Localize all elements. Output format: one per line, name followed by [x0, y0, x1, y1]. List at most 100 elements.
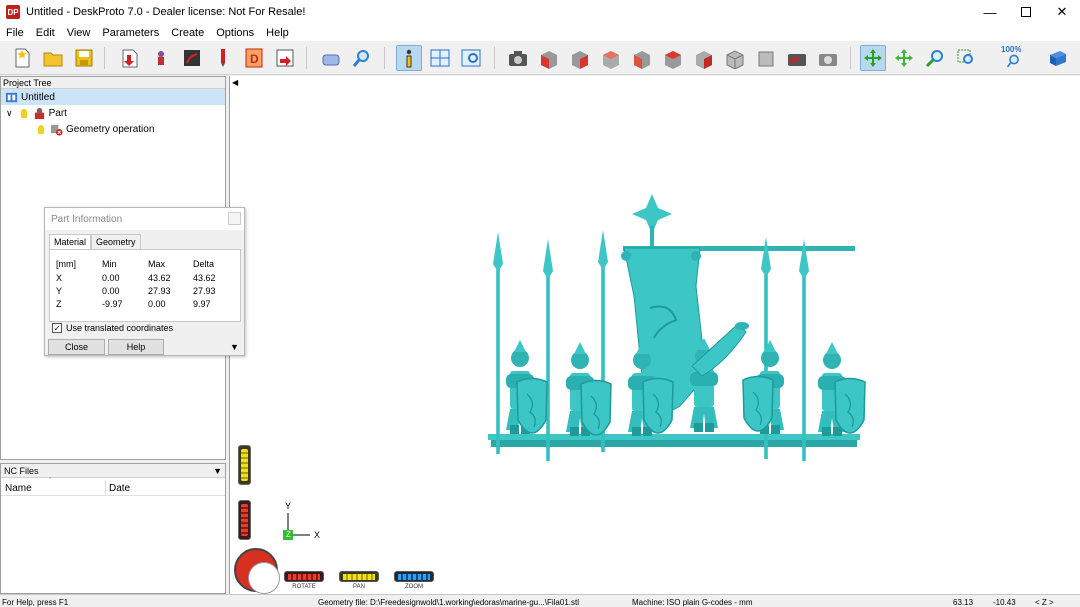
maximize-button[interactable] — [1008, 0, 1044, 24]
view-right-button[interactable] — [567, 45, 593, 71]
header-unit: [mm] — [56, 259, 76, 269]
rotate-slider[interactable] — [238, 500, 251, 540]
import-part-button[interactable] — [117, 45, 143, 71]
view-bottom-button[interactable] — [691, 45, 717, 71]
layout-button[interactable] — [427, 45, 453, 71]
lightbulb-icon[interactable] — [38, 124, 44, 134]
row-y-min: 0.00 — [102, 286, 120, 296]
tool-button[interactable] — [210, 45, 236, 71]
lightbulb-icon[interactable] — [20, 108, 27, 118]
zoom-100-button[interactable]: 100% — [999, 45, 1029, 71]
column-name[interactable]: Name — [5, 483, 32, 494]
view-back-button[interactable] — [598, 45, 624, 71]
column-date[interactable]: Date — [109, 483, 130, 494]
menu-file[interactable]: File — [0, 27, 30, 39]
menu-edit[interactable]: Edit — [30, 27, 61, 39]
previous-view-button[interactable] — [784, 45, 810, 71]
header-min: Min — [102, 259, 117, 269]
view-iso-button[interactable] — [722, 45, 748, 71]
pan-label: PAN — [353, 584, 365, 590]
tree-item-label: Geometry operation — [66, 123, 155, 135]
pan-mode-button[interactable] — [891, 45, 917, 71]
close-icon: ✕ — [1056, 4, 1068, 19]
view-top-button[interactable] — [660, 45, 686, 71]
inspect-button[interactable] — [349, 45, 375, 71]
menu-create[interactable]: Create — [165, 27, 210, 39]
write-nc-icon — [276, 49, 294, 67]
write-nc-button[interactable] — [272, 45, 298, 71]
cube-right-icon — [572, 51, 588, 69]
tab-material[interactable]: Material — [49, 234, 92, 249]
previous-view-icon — [788, 54, 806, 66]
zoom-window-button[interactable] — [953, 45, 979, 71]
miniatures-model[interactable] — [230, 76, 1080, 594]
tree-item-label: Untitled — [21, 91, 55, 103]
close-button[interactable]: Close — [48, 339, 105, 355]
checkbox-label: Use translated coordinates — [66, 323, 174, 333]
view-plain-button[interactable] — [753, 45, 779, 71]
axis-z-label: Z — [286, 530, 291, 539]
part-info-button[interactable] — [396, 45, 422, 71]
tree-item-geometry-operation[interactable]: Geometry operation — [1, 121, 225, 137]
part-parameters-icon — [158, 51, 164, 65]
tool-icon — [221, 49, 225, 67]
pan-control[interactable] — [339, 571, 379, 582]
minimize-button[interactable]: — — [972, 0, 1008, 24]
layout-icon — [430, 49, 450, 67]
part-parameters-button[interactable] — [148, 45, 174, 71]
camera-button[interactable] — [505, 45, 531, 71]
viewport-3d[interactable]: Y X Z ROTATE PAN ZOOM — [229, 76, 1080, 594]
import-part-icon — [122, 49, 138, 68]
tree-item-project[interactable]: Untitled — [1, 89, 225, 105]
row-x-max: 43.62 — [148, 273, 171, 283]
save-icon — [75, 49, 93, 67]
nc-files-dropdown-icon[interactable]: ▼ — [213, 466, 222, 476]
tab-geometry[interactable]: Geometry — [91, 234, 141, 249]
open-button[interactable] — [40, 45, 66, 71]
tree-item-part[interactable]: ∨ Part — [1, 105, 225, 121]
save-button[interactable] — [71, 45, 97, 71]
rotate-slider-fill — [241, 504, 248, 536]
svg-text:D: D — [250, 52, 259, 66]
camera-icon — [509, 51, 527, 66]
decal-button[interactable]: D — [241, 45, 267, 71]
toolpath-view-icon — [461, 49, 481, 67]
dialog-title: Part Information — [45, 208, 244, 230]
cube-left-icon — [634, 51, 650, 69]
rotate-control[interactable] — [284, 571, 324, 582]
open-folder-icon — [43, 52, 63, 67]
menu-help[interactable]: Help — [260, 27, 295, 39]
header-delta: Delta — [193, 259, 215, 269]
bitmap-button[interactable] — [179, 45, 205, 71]
maximize-icon — [1021, 7, 1031, 17]
collapse-panel-icon[interactable]: ◀ — [232, 78, 238, 87]
zoom-mode-button[interactable] — [922, 45, 948, 71]
zoom-100-icon — [1006, 54, 1019, 68]
row-x-delta: 43.62 — [193, 273, 216, 283]
menu-parameters[interactable]: Parameters — [96, 27, 165, 39]
cube-back-icon — [603, 51, 619, 69]
cube-iso-icon — [726, 50, 744, 69]
menu-view[interactable]: View — [61, 27, 97, 39]
expand-chevron-icon[interactable]: ∨ — [6, 108, 13, 119]
toolpath-view-button[interactable] — [458, 45, 484, 71]
help-button[interactable]: Help — [108, 339, 164, 355]
close-button[interactable]: ✕ — [1044, 0, 1080, 24]
row-z-label: Z — [56, 299, 62, 309]
view-left-button[interactable] — [629, 45, 655, 71]
zoom-slider[interactable] — [238, 445, 251, 485]
row-z-min: -9.97 — [102, 299, 123, 309]
dialog-close-icon[interactable] — [228, 212, 241, 225]
new-button[interactable] — [9, 45, 35, 71]
menu-options[interactable]: Options — [210, 27, 260, 39]
next-view-button[interactable] — [815, 45, 841, 71]
column-divider[interactable] — [105, 480, 106, 494]
zoom-control[interactable] — [394, 571, 434, 582]
expand-dialog-icon[interactable]: ▼ — [230, 342, 239, 352]
view-front-button[interactable] — [536, 45, 562, 71]
checkmark-icon[interactable]: ✓ — [52, 323, 62, 333]
use-translated-coordinates-checkbox[interactable]: ✓ Use translated coordinates — [52, 323, 173, 333]
machine-button[interactable] — [318, 45, 344, 71]
rotate-mode-button[interactable] — [860, 45, 886, 71]
help-book-button[interactable] — [1045, 45, 1071, 71]
